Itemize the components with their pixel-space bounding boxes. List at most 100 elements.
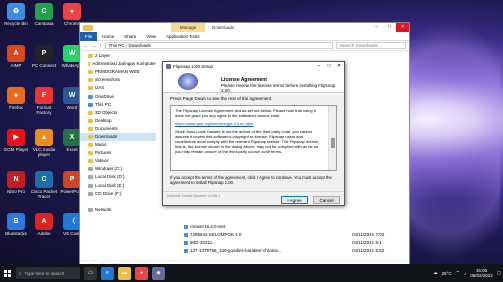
file-name: rmaver16.3.0-x64: [190, 224, 226, 229]
license-textbox[interactable]: The Flipsnap License Agreement text as s…: [170, 105, 337, 171]
app-icon: ♻: [7, 3, 25, 20]
setup-taskbar-icon[interactable]: ◆: [152, 266, 165, 280]
nav-item[interactable]: Local Disk (E:): [80, 182, 156, 190]
desktop-icon[interactable]: F Format Factory: [30, 87, 58, 115]
maximize-button[interactable]: □: [383, 23, 396, 32]
desktop-icon[interactable]: N Nitro Pro: [2, 171, 30, 194]
app-icon: ▶: [7, 129, 25, 146]
nav-item[interactable]: This PC: [80, 101, 156, 109]
nav-item[interactable]: 2 Layer: [80, 52, 156, 60]
desktop-icon[interactable]: C Camtasia: [30, 3, 58, 26]
search-input[interactable]: Search Downloads: [336, 42, 406, 49]
desktop-icon[interactable]: ● Firefox: [2, 87, 30, 110]
folder-icon: [88, 70, 93, 75]
ribbon-tab[interactable]: Application Tools: [161, 32, 205, 41]
setup-maximize-button[interactable]: □: [324, 62, 334, 70]
i-agree-button[interactable]: I Agree: [281, 196, 308, 204]
folder-icon: [88, 134, 93, 139]
nav-item-label: Network: [95, 206, 112, 212]
desktop-icon[interactable]: ♻ Recycle Bin: [2, 3, 30, 26]
nav-item[interactable]: 3D Objects: [80, 109, 156, 117]
ribbon-tab[interactable]: Share: [119, 32, 141, 41]
nav-item[interactable]: Network: [80, 206, 156, 214]
nav-item-label: Local Disk (D:): [95, 174, 125, 180]
file-row[interactable]: 7285643 KELOMPOK 1 0 04/11/2021 7:02: [184, 231, 404, 239]
license-link[interactable]: https://www.gnu.org/licenses/gpl-3.0.en.…: [175, 121, 253, 126]
explorer-taskbar-icon[interactable]: ▬: [118, 266, 131, 280]
nav-item[interactable]: Windows (C:): [80, 165, 156, 173]
license-subheading: Please review the license terms before i…: [221, 83, 336, 93]
installer-brand: Nullsoft Install System v3.06.1: [167, 193, 221, 198]
back-arrow-icon[interactable]: ←: [83, 43, 88, 49]
file-row[interactable]: IMG-20211... 04/11/2021 6:1: [184, 239, 404, 247]
network-icon[interactable]: ⌔: [456, 270, 460, 276]
nav-item[interactable]: PEMOGRAMAN WEB: [80, 68, 156, 76]
forward-arrow-icon[interactable]: →: [91, 43, 96, 49]
desktop-icon[interactable]: A AIMP: [2, 45, 30, 68]
nav-item[interactable]: Local Disk (D:): [80, 173, 156, 181]
scroll-thumb[interactable]: [331, 138, 335, 148]
up-arrow-icon[interactable]: ↑: [99, 43, 102, 49]
nav-item[interactable]: Screenshots: [80, 76, 156, 84]
nav-item-label: Documents: [95, 125, 118, 131]
manage-tab[interactable]: Manage: [171, 23, 205, 32]
app-icon: ●: [7, 87, 25, 104]
volume-icon[interactable]: ♪: [464, 271, 466, 276]
accept-instructions: If you accept the terms of the agreement…: [170, 175, 332, 185]
file-row[interactable]: rmaver16.3.0-x64: [184, 223, 404, 231]
setup-body: Press Page Down to see the rest of the a…: [163, 93, 344, 188]
desktop-icon-label: Bluestacks: [5, 231, 27, 236]
start-button[interactable]: [0, 264, 14, 282]
ribbon-tab[interactable]: Home: [97, 32, 119, 41]
desktop-icon[interactable]: ▶ GOM Player: [2, 129, 30, 152]
chrome-taskbar-icon[interactable]: ●: [135, 266, 148, 280]
desktop-icon[interactable]: C Cisco Packet Tracer: [30, 171, 58, 199]
nav-item-label: CD Drive (F:): [95, 190, 122, 196]
app-icon: B: [7, 213, 25, 230]
system-tray: ☁ 26°C ⌔ ♪ 16:05 05/02/2022 ▢: [433, 264, 501, 282]
notification-icon[interactable]: ▢: [497, 270, 501, 276]
weather-icon[interactable]: ☁: [433, 270, 438, 276]
folder-icon: [88, 118, 93, 123]
nav-item-label: UAS: [95, 85, 105, 91]
folder-icon: [88, 143, 93, 148]
cancel-button[interactable]: Cancel: [313, 196, 340, 204]
nav-item[interactable]: Downloads: [80, 132, 156, 142]
desktop-icon[interactable]: B Bluestacks: [2, 213, 30, 236]
setup-titlebar: Flipsnap 1.00 Setup – □ ✕: [163, 62, 344, 70]
clock[interactable]: 16:05 05/02/2022: [470, 268, 493, 278]
desktop-icon[interactable]: ▲ VLC media player: [30, 129, 58, 157]
desktop-icon-label: Nitro Pro: [7, 189, 25, 194]
desktop-icon-label: Recycle Bin: [4, 21, 28, 26]
ribbon-tab[interactable]: View: [141, 32, 161, 41]
minimize-button[interactable]: –: [370, 23, 383, 32]
folder-icon: [88, 126, 93, 131]
address-bar[interactable]: This PC › Downloads: [104, 42, 333, 49]
nav-item-label: This PC: [95, 101, 112, 107]
app-icon: A: [35, 213, 53, 230]
nav-item[interactable]: Music: [80, 141, 156, 149]
file-row[interactable]: 137-1379758_100-goodies-karakter-chrome.…: [184, 247, 404, 255]
nav-item[interactable]: [80, 198, 156, 206]
desktop-icon-label: Format Factory: [36, 105, 52, 115]
ribbon-tab[interactable]: File: [80, 31, 98, 41]
nav-item[interactable]: Videos: [80, 157, 156, 165]
desktop-icon[interactable]: P PC Connect: [30, 45, 58, 68]
nav-item[interactable]: UAS: [80, 84, 156, 92]
nav-item[interactable]: Pictures: [80, 149, 156, 157]
setup-dialog: Flipsnap 1.00 Setup – □ ✕ License Agreem…: [162, 61, 345, 206]
nav-item[interactable]: Desktop: [80, 117, 156, 125]
nav-item[interactable]: Documents: [80, 125, 156, 133]
edge-icon[interactable]: e: [101, 266, 114, 280]
desktop-icon[interactable]: A Adobe: [30, 213, 58, 236]
close-button[interactable]: ✕: [396, 23, 409, 32]
taskbar-search[interactable]: ⌕ Type here to search: [16, 267, 80, 279]
desktop-icon-label: Cisco Packet Tracer: [30, 189, 58, 199]
setup-minimize-button[interactable]: –: [314, 62, 324, 70]
nav-item[interactable]: Administrasi Jaringan Komputer: [80, 60, 156, 68]
license-scrollbar[interactable]: [328, 106, 336, 170]
nav-item[interactable]: OneDrive: [80, 92, 156, 100]
setup-close-button[interactable]: ✕: [334, 62, 344, 70]
task-view-icon[interactable]: ▭: [84, 266, 97, 280]
nav-item[interactable]: CD Drive (F:): [80, 190, 156, 198]
